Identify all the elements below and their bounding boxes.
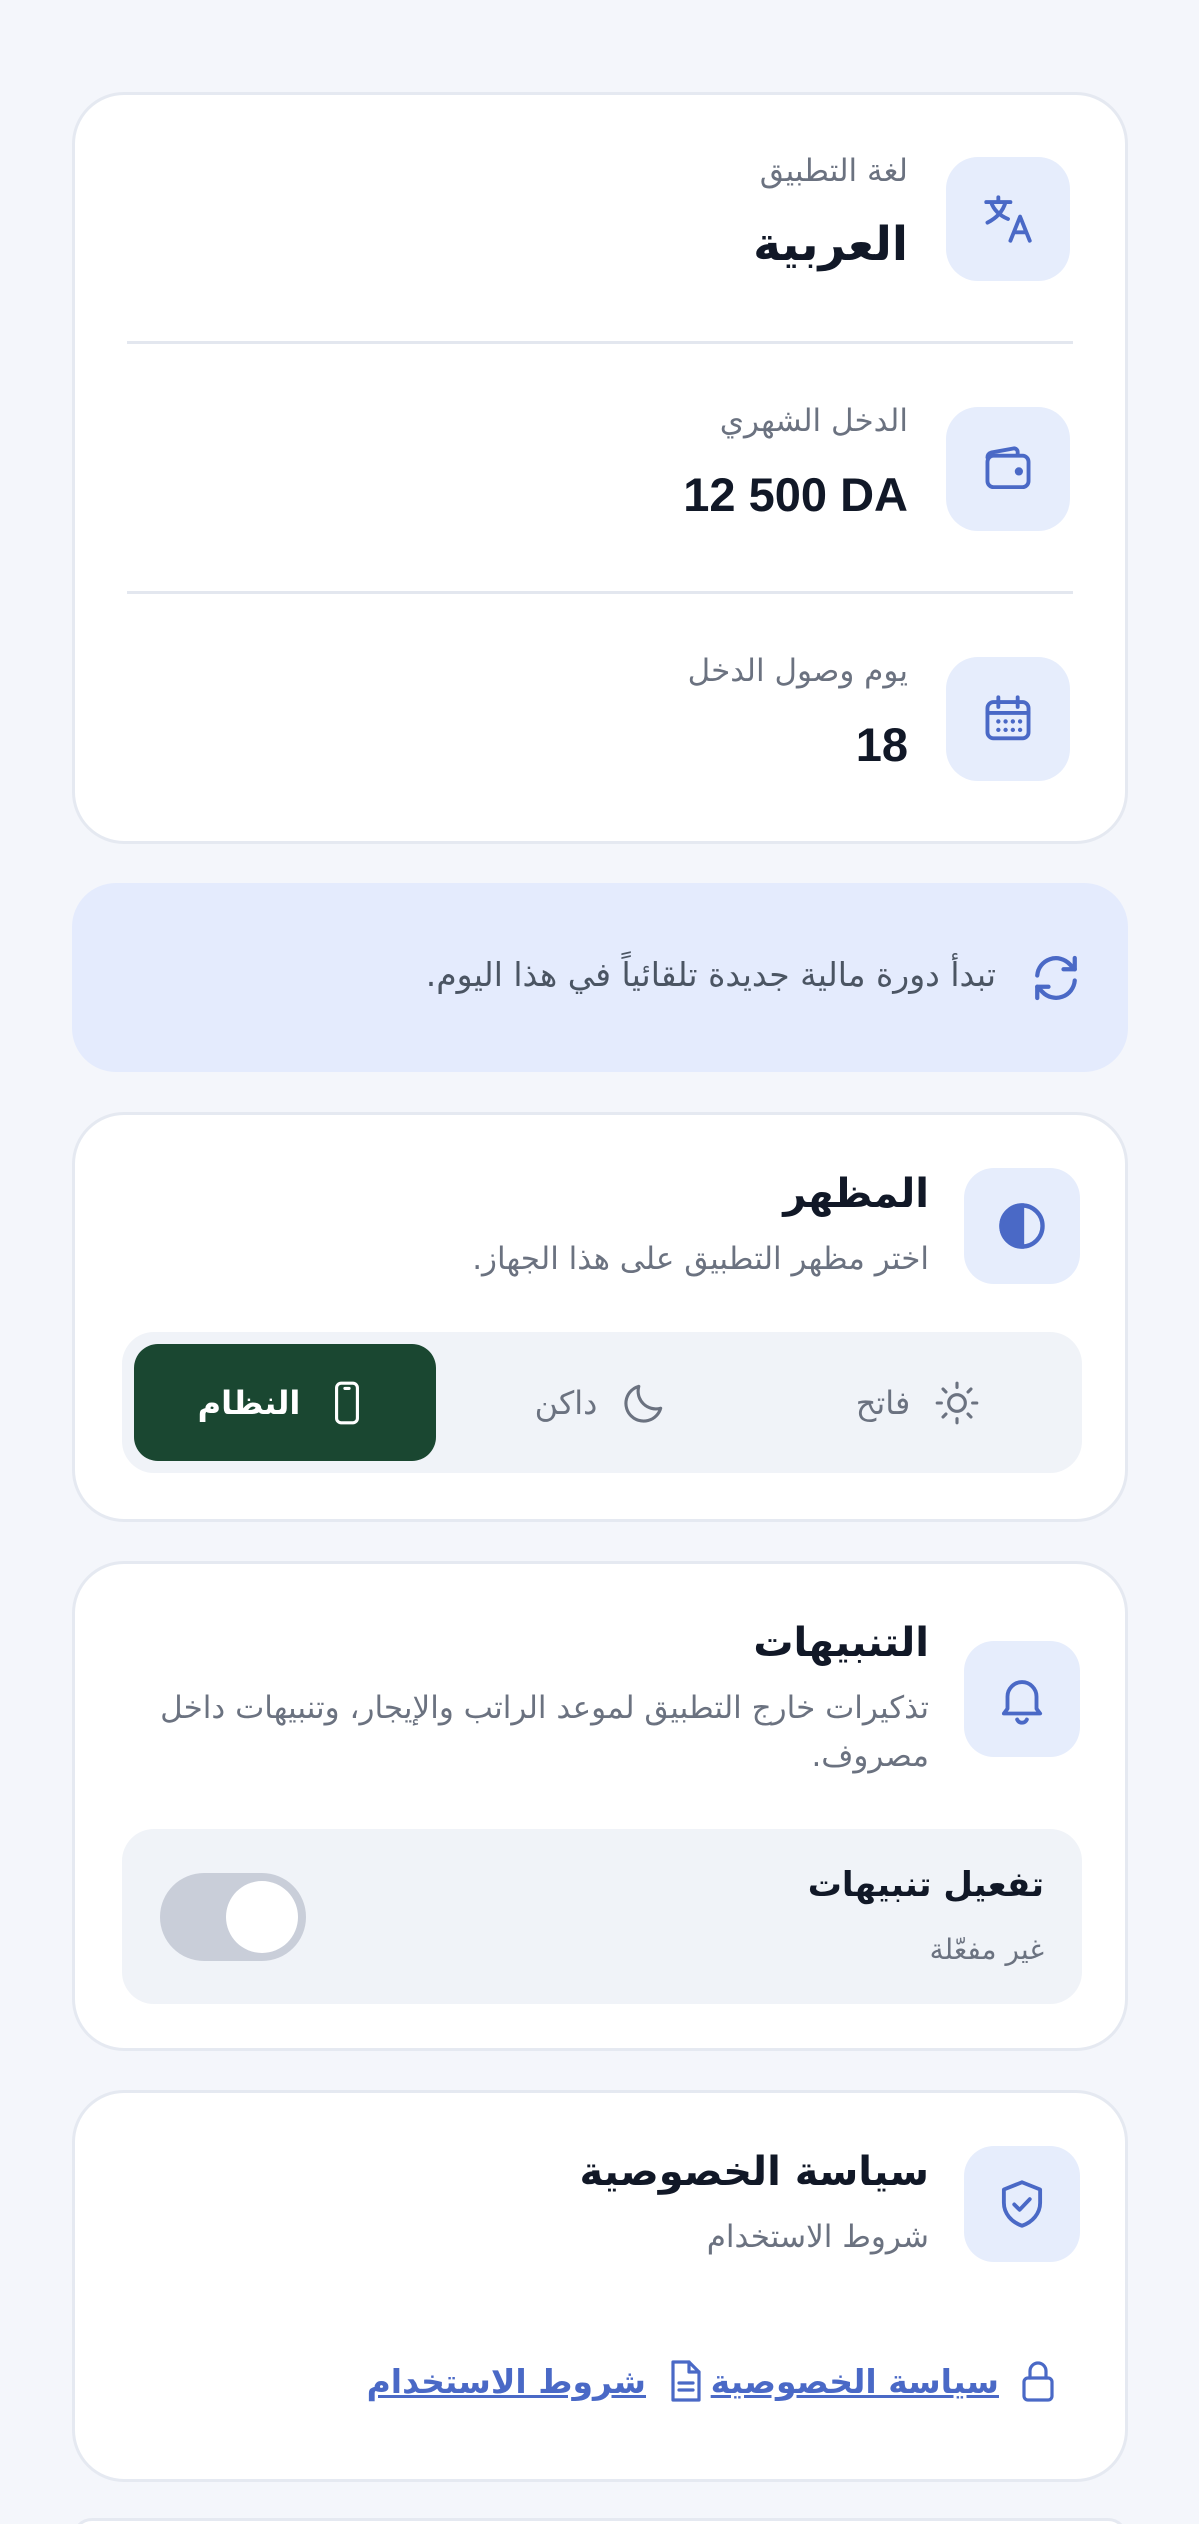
appearance-card: المظهر اختر مظهر التطبيق على هذا الجهاز.… xyxy=(72,1112,1128,1522)
notifications-toggle-row[interactable]: تفعيل تنبيهات غير مفعّلة xyxy=(122,1829,1082,2004)
notifications-title: التنبيهات xyxy=(753,1620,929,1666)
notifications-toggle-label: تفعيل تنبيهات xyxy=(807,1865,1044,1905)
theme-selector: فاتح داكن النظام xyxy=(122,1332,1082,1473)
translate-icon xyxy=(946,157,1070,281)
sun-icon xyxy=(935,1381,979,1424)
phone-icon xyxy=(335,1381,360,1424)
income-day-value: 18 xyxy=(855,718,908,771)
settings-card: لغة التطبيق العربية الدخل الشهري 12 500 … xyxy=(72,92,1128,844)
lock-icon xyxy=(1022,2361,1054,2402)
monthly-income-value: 12 500 DA xyxy=(683,468,908,521)
income-day-setting[interactable]: يوم وصول الدخل 18 xyxy=(75,653,1125,907)
cycle-info-banner: تبدأ دورة مالية جديدة تلقائياً في هذا ال… xyxy=(72,883,1128,1072)
notifications-card: التنبيهات تذكيرات خارج التطبيق لموعد الر… xyxy=(72,1561,1128,2051)
bell-icon xyxy=(964,1641,1080,1757)
settings-page: لغة التطبيق العربية الدخل الشهري 12 500 … xyxy=(0,0,1199,2524)
notifications-switch[interactable] xyxy=(160,1873,306,1961)
privacy-description: شروط الاستخدام xyxy=(706,2219,929,2255)
appearance-title: المظهر xyxy=(783,1171,929,1217)
terms-of-use-link-label: شروط الاستخدام xyxy=(366,2361,646,2401)
theme-option-light-label: فاتح xyxy=(855,1383,911,1422)
notifications-description: تذكيرات خارج التطبيق لموعد الراتب والإيج… xyxy=(160,1690,929,1774)
theme-option-system-label: النظام xyxy=(197,1383,301,1422)
privacy-title: سياسة الخصوصية xyxy=(579,2149,930,2195)
shield-check-icon xyxy=(964,2146,1080,2262)
switch-knob xyxy=(226,1881,298,1953)
document-icon xyxy=(671,2360,701,2402)
next-card xyxy=(72,2518,1128,2524)
moon-icon xyxy=(624,1384,663,1423)
privacy-card: سياسة الخصوصية شروط الاستخدام سياسة الخص… xyxy=(72,2090,1128,2482)
appearance-description: اختر مظهر التطبيق على هذا الجهاز. xyxy=(472,1241,929,1277)
refresh-icon xyxy=(1035,955,1077,1001)
contrast-icon xyxy=(964,1168,1080,1284)
theme-option-dark[interactable]: داكن xyxy=(451,1344,753,1461)
income-day-label: يوم وصول الدخل xyxy=(687,653,908,689)
language-label: لغة التطبيق xyxy=(759,153,908,189)
privacy-policy-link-label: سياسة الخصوصية xyxy=(710,2361,999,2401)
wallet-icon xyxy=(946,407,1070,531)
language-value: العربية xyxy=(753,217,908,272)
calendar-icon xyxy=(946,657,1070,781)
notifications-toggle-status: غير مفعّلة xyxy=(929,1933,1044,1966)
divider xyxy=(127,591,1073,594)
privacy-policy-link[interactable]: سياسة الخصوصية xyxy=(711,2357,1059,2405)
terms-of-use-link[interactable]: شروط الاستخدام xyxy=(367,2357,706,2405)
monthly-income-label: الدخل الشهري xyxy=(719,403,908,439)
language-setting[interactable]: لغة التطبيق العربية xyxy=(75,153,1125,407)
theme-option-system[interactable]: النظام xyxy=(134,1344,436,1461)
monthly-income-setting[interactable]: الدخل الشهري 12 500 DA xyxy=(75,403,1125,657)
cycle-info-text: تبدأ دورة مالية جديدة تلقائياً في هذا ال… xyxy=(425,955,996,994)
theme-option-light[interactable]: فاتح xyxy=(768,1344,1070,1461)
divider xyxy=(127,341,1073,344)
theme-option-dark-label: داكن xyxy=(534,1383,598,1422)
